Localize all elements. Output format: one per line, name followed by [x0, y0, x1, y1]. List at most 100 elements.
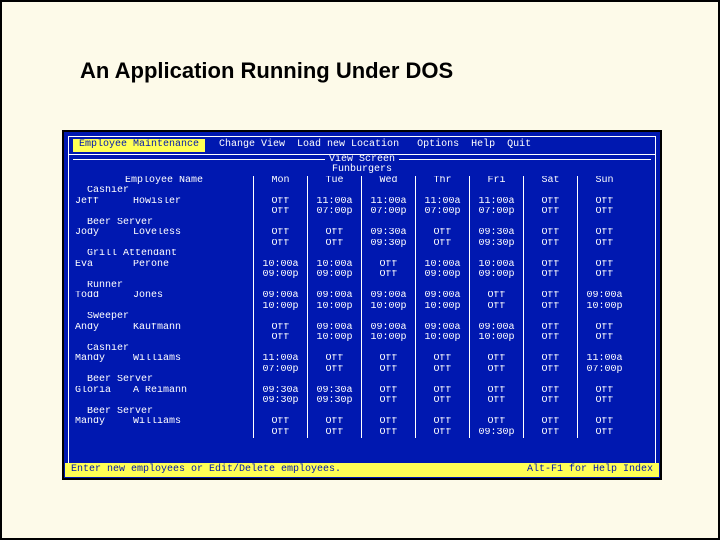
schedule-cell[interactable]: Off [469, 365, 523, 376]
schedule-cell[interactable]: 10:00p [469, 333, 523, 344]
schedule-cell[interactable]: 11:00a [253, 354, 307, 365]
schedule-cell[interactable]: Off [361, 260, 415, 271]
schedule-cell[interactable]: Off [253, 333, 307, 344]
schedule-cell[interactable]: 10:00p [307, 302, 361, 313]
schedule-cell[interactable]: Off [577, 323, 631, 334]
schedule-cell[interactable]: 07:00p [469, 207, 523, 218]
schedule-cell[interactable]: Off [253, 239, 307, 250]
schedule-cell[interactable]: Off [523, 354, 577, 365]
schedule-cell[interactable]: Off [523, 302, 577, 313]
schedule-cell[interactable]: Off [523, 417, 577, 428]
schedule-cell[interactable]: Off [361, 354, 415, 365]
schedule-cell[interactable]: 07:00p [361, 207, 415, 218]
schedule-cell[interactable]: Off [469, 302, 523, 313]
schedule-cell[interactable]: 11:00a [577, 354, 631, 365]
schedule-cell[interactable]: Off [253, 228, 307, 239]
schedule-cell[interactable]: 09:30a [469, 228, 523, 239]
schedule-cell[interactable]: Off [415, 365, 469, 376]
schedule-cell[interactable]: 09:00a [415, 323, 469, 334]
menu-item-quit[interactable]: Quit [501, 139, 537, 152]
schedule-cell[interactable]: 09:00a [415, 291, 469, 302]
schedule-cell[interactable]: Off [577, 207, 631, 218]
schedule-cell[interactable]: 09:00p [307, 270, 361, 281]
schedule-cell[interactable]: Off [307, 428, 361, 439]
menu-item-employee-maintenance[interactable]: Employee Maintenance [73, 139, 205, 152]
schedule-cell[interactable]: Off [577, 239, 631, 250]
schedule-cell[interactable]: Off [523, 228, 577, 239]
schedule-cell[interactable]: Off [361, 396, 415, 407]
schedule-cell[interactable]: 11:00a [307, 197, 361, 208]
schedule-cell[interactable]: Off [361, 270, 415, 281]
schedule-cell[interactable]: 10:00p [415, 302, 469, 313]
schedule-cell[interactable]: Off [361, 428, 415, 439]
menu-item-help[interactable]: Help [465, 139, 501, 152]
schedule-cell[interactable]: Off [415, 354, 469, 365]
schedule-cell[interactable]: Off [307, 365, 361, 376]
schedule-cell[interactable]: Off [523, 428, 577, 439]
schedule-cell[interactable]: Off [469, 291, 523, 302]
schedule-cell[interactable]: 07:00p [577, 365, 631, 376]
schedule-cell[interactable]: Off [577, 386, 631, 397]
schedule-cell[interactable]: 11:00a [361, 197, 415, 208]
schedule-cell[interactable]: Off [523, 386, 577, 397]
schedule-cell[interactable]: Off [523, 365, 577, 376]
schedule-cell[interactable]: 09:00p [469, 270, 523, 281]
schedule-cell[interactable]: 10:00a [307, 260, 361, 271]
schedule-cell[interactable]: Off [307, 239, 361, 250]
schedule-cell[interactable]: 10:00p [253, 302, 307, 313]
schedule-cell[interactable]: Off [523, 291, 577, 302]
schedule-cell[interactable]: Off [361, 417, 415, 428]
schedule-cell[interactable]: Off [361, 365, 415, 376]
schedule-cell[interactable]: Off [415, 428, 469, 439]
schedule-cell[interactable]: 09:00a [307, 291, 361, 302]
schedule-cell[interactable]: 09:00a [361, 323, 415, 334]
schedule-cell[interactable]: Off [469, 396, 523, 407]
schedule-cell[interactable]: 09:00p [253, 270, 307, 281]
schedule-cell[interactable]: 09:00a [307, 323, 361, 334]
schedule-cell[interactable]: Off [415, 228, 469, 239]
schedule-cell[interactable]: Off [523, 396, 577, 407]
schedule-cell[interactable]: 09:00a [469, 323, 523, 334]
schedule-cell[interactable]: 09:00p [415, 270, 469, 281]
schedule-cell[interactable]: Off [469, 386, 523, 397]
schedule-cell[interactable]: 07:00p [307, 207, 361, 218]
schedule-cell[interactable]: Off [523, 333, 577, 344]
schedule-cell[interactable]: Off [523, 323, 577, 334]
schedule-cell[interactable]: Off [577, 228, 631, 239]
schedule-cell[interactable]: Off [577, 197, 631, 208]
schedule-cell[interactable]: 09:30p [253, 396, 307, 407]
schedule-cell[interactable]: Off [577, 396, 631, 407]
schedule-cell[interactable]: Off [577, 428, 631, 439]
schedule-cell[interactable]: Off [577, 270, 631, 281]
schedule-cell[interactable]: 10:00p [577, 302, 631, 313]
schedule-cell[interactable]: 09:30p [307, 396, 361, 407]
schedule-cell[interactable]: Off [523, 207, 577, 218]
schedule-cell[interactable]: 09:30a [253, 386, 307, 397]
schedule-cell[interactable]: Off [253, 323, 307, 334]
schedule-cell[interactable]: Off [253, 197, 307, 208]
schedule-cell[interactable]: 09:30p [469, 428, 523, 439]
schedule-cell[interactable]: Off [523, 239, 577, 250]
schedule-cell[interactable]: 09:30p [361, 239, 415, 250]
schedule-cell[interactable]: Off [307, 354, 361, 365]
schedule-cell[interactable]: 10:00p [415, 333, 469, 344]
schedule-cell[interactable]: Off [253, 207, 307, 218]
schedule-cell[interactable]: Off [577, 417, 631, 428]
schedule-cell[interactable]: Off [361, 386, 415, 397]
menu-item-change-view[interactable]: Change View [213, 139, 291, 152]
schedule-cell[interactable]: 09:00a [361, 291, 415, 302]
schedule-cell[interactable]: 09:30a [361, 228, 415, 239]
schedule-cell[interactable]: Off [415, 239, 469, 250]
schedule-cell[interactable]: Off [577, 260, 631, 271]
schedule-cell[interactable]: Off [577, 333, 631, 344]
schedule-cell[interactable]: 09:30p [469, 239, 523, 250]
schedule-cell[interactable]: Off [469, 417, 523, 428]
schedule-cell[interactable]: 11:00a [469, 197, 523, 208]
schedule-cell[interactable]: 11:00a [415, 197, 469, 208]
schedule-cell[interactable]: Off [415, 417, 469, 428]
schedule-cell[interactable]: 09:00a [253, 291, 307, 302]
schedule-cell[interactable]: Off [253, 428, 307, 439]
menu-item-options[interactable]: Options [411, 139, 465, 152]
schedule-cell[interactable]: Off [253, 417, 307, 428]
schedule-cell[interactable]: Off [523, 260, 577, 271]
